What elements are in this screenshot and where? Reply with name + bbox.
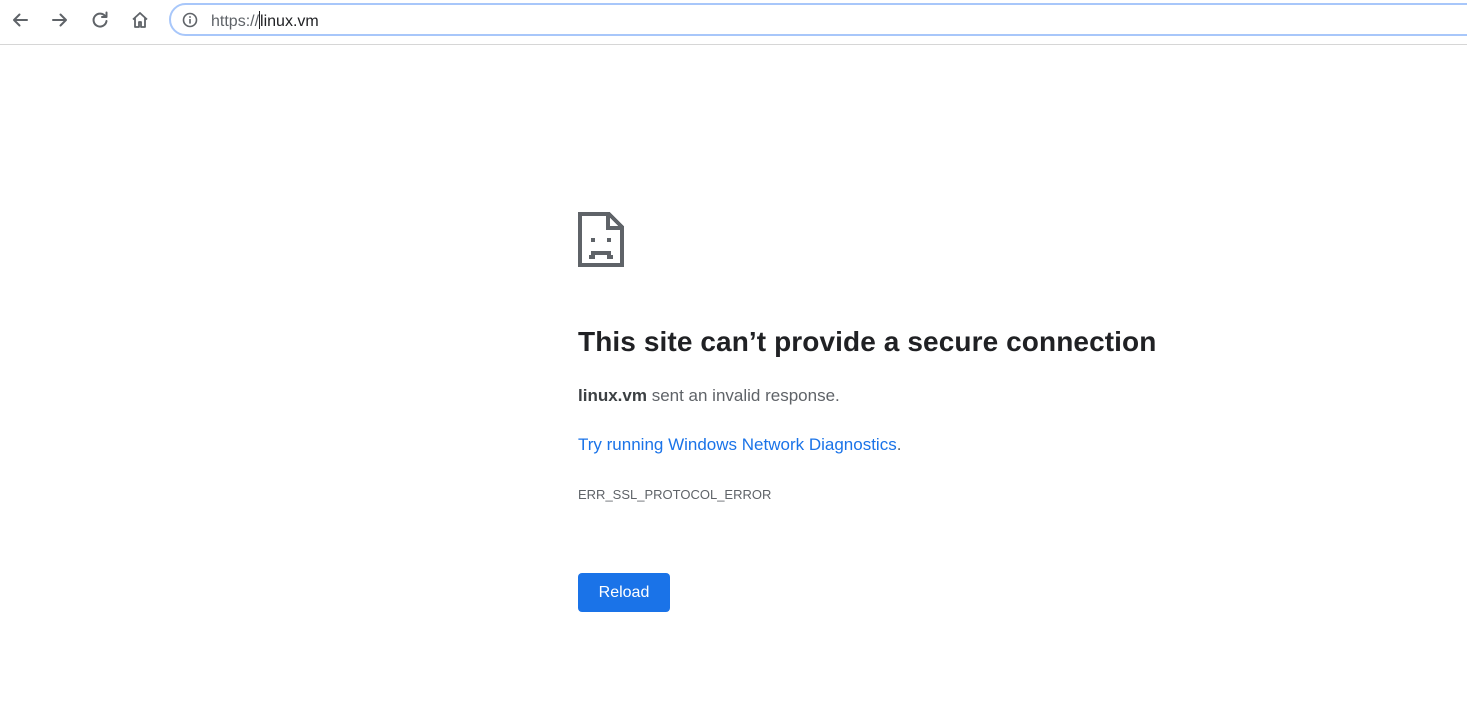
back-button[interactable] bbox=[6, 6, 34, 34]
error-code: ERR_SSL_PROTOCOL_ERROR bbox=[578, 487, 772, 502]
address-bar[interactable]: https://linux.vm bbox=[169, 3, 1467, 36]
url-scheme: https:// bbox=[211, 13, 260, 30]
browser-toolbar: https://linux.vm bbox=[0, 0, 1467, 45]
info-circle-icon[interactable] bbox=[182, 12, 198, 28]
home-button[interactable] bbox=[126, 6, 154, 34]
reload-toolbar-button[interactable] bbox=[86, 6, 114, 34]
error-suggestion: Try running Windows Network Diagnostics. bbox=[578, 435, 901, 455]
error-headline: This site can’t provide a secure connect… bbox=[578, 326, 1157, 357]
sad-page-icon bbox=[578, 212, 624, 267]
arrow-right-icon bbox=[52, 13, 67, 27]
reload-button[interactable]: Reload bbox=[578, 573, 670, 612]
error-summary-text: sent an invalid response. bbox=[646, 386, 840, 405]
error-summary: linux.vm sent an invalid response. bbox=[578, 386, 840, 406]
network-diagnostics-link[interactable]: Try running Windows Network Diagnostics bbox=[578, 435, 897, 454]
error-host: linux.vm bbox=[578, 386, 647, 405]
home-icon bbox=[132, 12, 148, 28]
arrow-left-icon bbox=[13, 13, 28, 27]
url-host: linux.vm bbox=[260, 13, 319, 30]
url-text[interactable]: https://linux.vm bbox=[211, 11, 319, 31]
forward-button[interactable] bbox=[46, 6, 74, 34]
refresh-icon bbox=[92, 11, 108, 28]
suggestion-period: . bbox=[896, 435, 902, 454]
